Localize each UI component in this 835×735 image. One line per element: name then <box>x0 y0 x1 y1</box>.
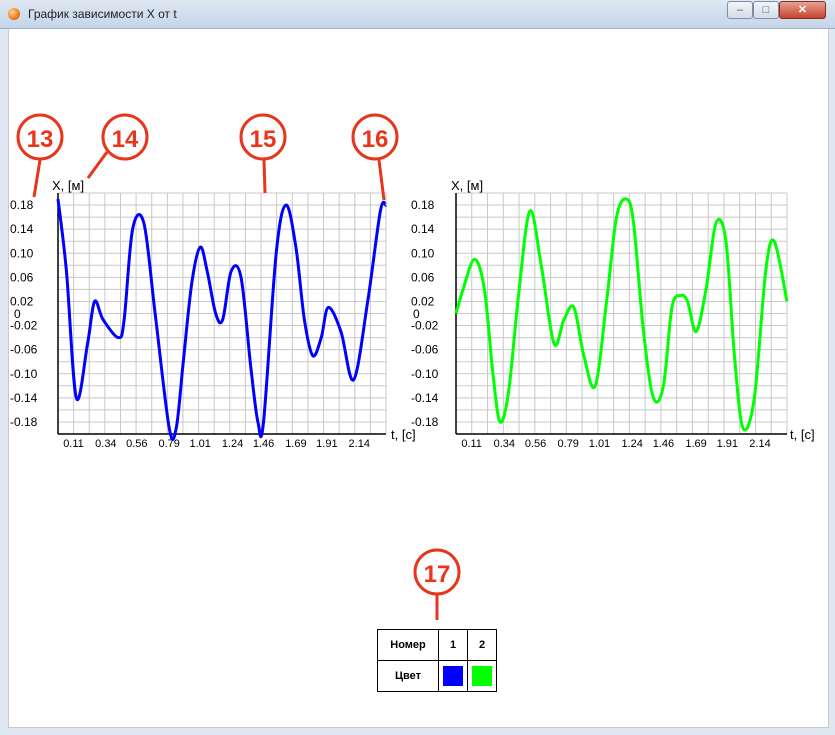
title-bar: График зависимости X от t – □ ✕ <box>0 0 835 29</box>
window-frame-left <box>0 29 8 735</box>
legend-swatch-1 <box>443 666 463 686</box>
app-icon <box>8 8 20 20</box>
window-title: График зависимости X от t <box>28 7 177 21</box>
legend-number-2: 2 <box>467 629 497 661</box>
legend-header-label: Номер <box>377 629 439 661</box>
legend-table: Номер 1 2 Цвет <box>377 629 497 692</box>
close-icon: ✕ <box>797 4 808 16</box>
legend-swatch-2 <box>472 666 492 686</box>
close-button[interactable]: ✕ <box>779 1 826 19</box>
minimize-button[interactable]: – <box>727 1 753 19</box>
legend-color-cell-1 <box>438 660 468 692</box>
legend-color-cell-2 <box>467 660 497 692</box>
legend-color-label: Цвет <box>377 660 439 692</box>
window-frame-bottom <box>0 727 835 735</box>
maximize-button[interactable]: □ <box>753 1 779 19</box>
minimize-icon: – <box>736 4 744 16</box>
legend-number-1: 1 <box>438 629 468 661</box>
maximize-icon: □ <box>762 4 770 16</box>
client-area <box>8 29 829 728</box>
